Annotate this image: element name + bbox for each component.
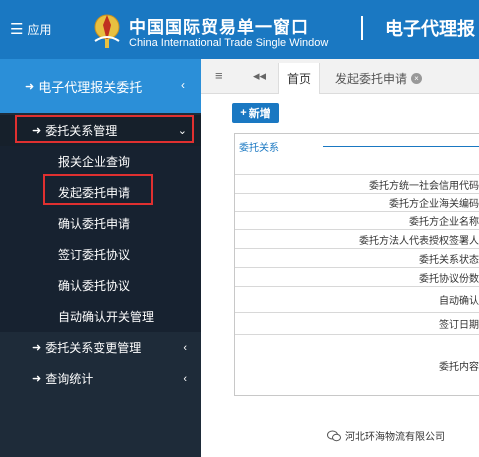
field-label: 委托方企业海关编码 [389,199,479,210]
field-row: 签订日期 [235,312,479,334]
customs-logo [94,14,120,48]
field-row: 委托方法人代表授权签署人 [235,229,479,248]
sidebar-item-label: 查询统计 [45,372,94,386]
field-label: 委托内容 [439,362,479,373]
sidebar-section-header[interactable]: ➜ 电子代理报关委托 ‹ [0,59,201,113]
tab-initiate-request[interactable]: 发起委托申请 × [327,63,430,94]
sidebar-subitem-confirm-request[interactable]: 确认委托申请 [0,208,201,239]
field-row: 委托方统一社会信用代码 [235,174,479,193]
enter-icon: ➜ [32,342,42,354]
site-title-cn: 中国国际贸易单一窗口 [129,18,309,37]
sidebar-subitem-agency-query[interactable]: 报关企业查询 [0,146,201,177]
field-label: 签订日期 [439,320,479,331]
field-label: 委托方法人代表授权签署人 [359,235,479,247]
chevron-left-icon: ‹ [183,341,187,354]
tab-home[interactable]: 首页 [278,63,321,94]
tab-current-label: 发起委托申请 [335,72,408,86]
sidebar-item-query-stats[interactable]: ➜ 查询统计 ‹ [0,363,201,394]
sidebar-subitem-label: 自动确认开关管理 [58,310,155,324]
menu-toggle-icon[interactable]: ≡ [215,68,223,83]
field-row: 委托关系状态 [235,248,479,267]
sidebar-subitem-label: 确认委托申请 [58,217,131,231]
sidebar-subitem-label: 确认委托协议 [58,279,131,293]
panel-title-line [323,146,479,147]
plus-icon: + [240,107,247,119]
chevron-left-icon: ‹ [183,372,187,385]
add-button-label: 新增 [248,108,271,120]
tab-bar: ≡ ◂◂ 首页 发起委托申请 × [201,59,479,94]
field-label: 委托关系状态 [419,254,479,266]
enter-icon: ➜ [25,80,35,93]
scroll-left-icon[interactable]: ◂◂ [253,68,266,84]
watermark: 河北环海物流有限公司 [327,428,445,443]
sidebar-subitem-confirm-agreement[interactable]: 确认委托协议 [0,270,201,301]
sidebar-subitem-label: 报关企业查询 [58,155,131,169]
system-title: 电子代理报 [385,19,475,39]
main-content: + 新增 委托关系 委托方统一社会信用代码 委托方企业海关编码 委托方企业名称 … [201,94,479,457]
sidebar-subitem-auto-confirm-switch[interactable]: 自动确认开关管理 [0,301,201,332]
field-row: 委托内容 [235,334,479,396]
relationship-panel: 委托关系 委托方统一社会信用代码 委托方企业海关编码 委托方企业名称 委托方法人… [234,133,479,396]
tab-home-label: 首页 [287,72,312,86]
hamburger-icon: ☰ [10,21,24,38]
watermark-text: 河北环海物流有限公司 [345,432,445,443]
close-icon[interactable]: × [411,73,423,84]
chevron-left-icon: ‹ [181,78,185,92]
panel-title: 委托关系 [239,143,279,154]
top-header: ☰ 应用 中国国际贸易单一窗口 China International Trad… [0,0,479,59]
highlight-box-submenu [43,174,153,205]
sidebar-subitem-label: 签订委托协议 [58,248,131,262]
field-row: 自动确认 [235,286,479,312]
header-divider [361,16,363,40]
highlight-box-menu [15,115,194,143]
sidebar-item-relationship-change[interactable]: ➜ 委托关系变更管理 ‹ [0,332,201,363]
apps-label: 应用 [27,23,52,37]
site-title-en: China International Trade Single Window [129,37,329,49]
field-row: 委托方企业海关编码 [235,193,479,211]
apps-menu-button[interactable]: ☰ 应用 [10,21,51,38]
sidebar-subitem-sign-agreement[interactable]: 签订委托协议 [0,239,201,270]
field-label: 委托方企业名称 [409,217,479,228]
field-label: 自动确认 [439,296,479,307]
field-label: 委托协议份数 [419,273,479,285]
field-row: 委托协议份数 [235,267,479,286]
sidebar-section-title: 电子代理报关委托 [38,79,143,95]
field-row: 委托方企业名称 [235,211,479,229]
field-label: 委托方统一社会信用代码 [369,180,479,192]
wechat-icon [327,430,341,441]
sidebar-item-label: 委托关系变更管理 [45,341,142,355]
enter-icon: ➜ [32,373,42,385]
add-button[interactable]: + 新增 [232,103,279,123]
